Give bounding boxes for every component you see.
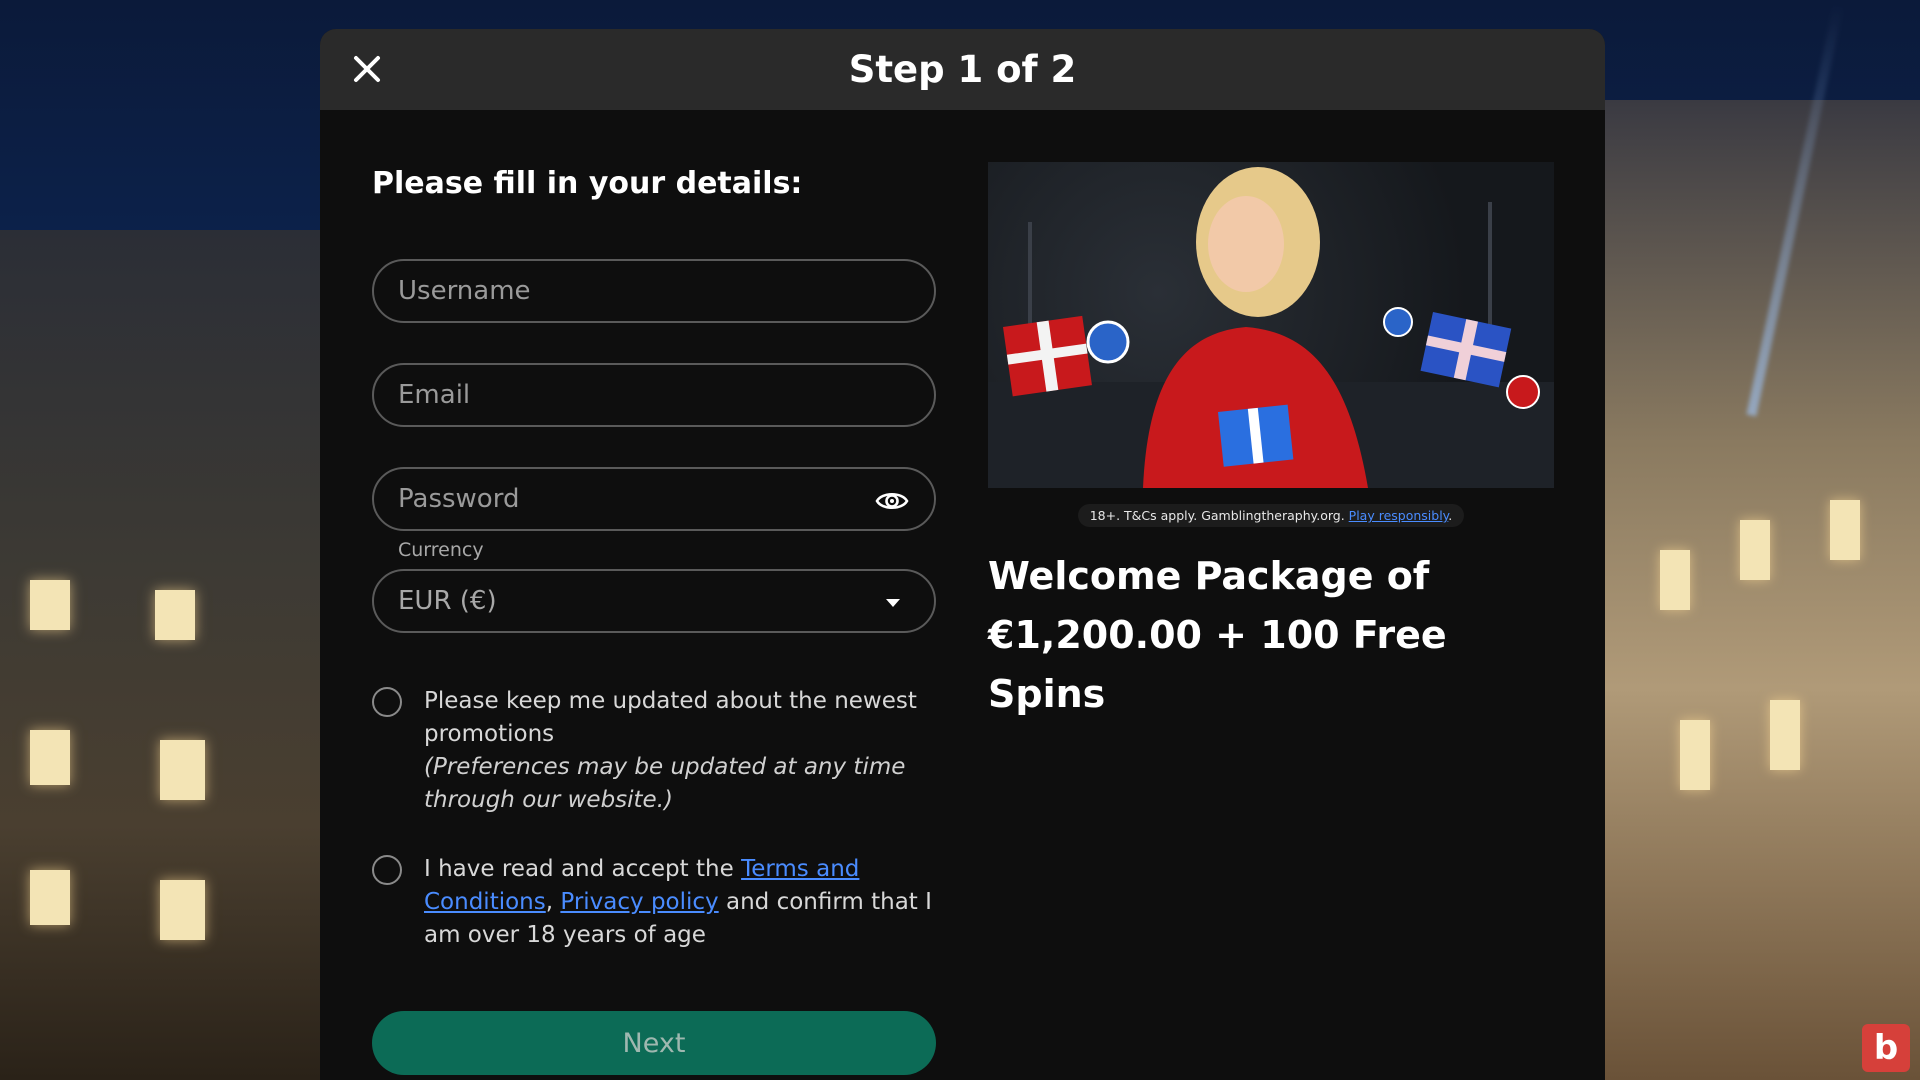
password-field [372,467,936,531]
terms-row: I have read and accept the Terms and Con… [372,853,936,952]
privacy-link[interactable]: Privacy policy [560,889,718,915]
currency-label: Currency [398,539,484,561]
background-building-left [0,230,330,1080]
username-input[interactable] [374,261,934,321]
next-button[interactable]: Next [372,1011,936,1075]
promo-optin-checkbox[interactable] [372,687,402,717]
modal-title: Step 1 of 2 [848,48,1077,91]
registration-form: Please fill in your details: Currency [372,166,936,952]
eye-icon [875,492,909,510]
form-heading: Please fill in your details: [372,166,803,201]
currency-select[interactable]: EUR (€) [372,569,936,633]
promo-optin-label: Please keep me updated about the newest … [424,688,917,747]
promo-optin-note: (Preferences may be updated at any time … [424,754,906,813]
modal-header: Step 1 of 2 [320,29,1605,110]
promo-heading-line2: €1,200.00 + 100 Free Spins [988,613,1447,716]
play-responsibly-link[interactable]: Play responsibly [1349,508,1449,523]
modal-body: Please fill in your details: Currency [320,110,1605,1080]
email-input[interactable] [374,365,934,425]
terms-prefix: I have read and accept the [424,856,742,882]
registration-modal: Step 1 of 2 Please fill in your details: [320,29,1605,1080]
disclaimer-text: 18+. T&Cs apply. Gamblingtheraphy.org. [1089,508,1349,523]
currency-selected-value: EUR (€) [398,586,497,616]
background-building-right [1600,100,1920,1080]
password-input[interactable] [374,469,934,529]
terms-separator: , [545,889,561,915]
close-button[interactable] [347,49,387,89]
promo-optin-row: Please keep me updated about the newest … [372,685,936,817]
password-visibility-toggle[interactable] [874,483,910,519]
username-field [372,259,936,323]
terms-checkbox[interactable] [372,855,402,885]
promo-heading: Welcome Package of €1,200.00 + 100 Free … [988,547,1554,724]
brand-logo: b [1862,1024,1910,1072]
terms-label: I have read and accept the Terms and Con… [424,853,936,952]
email-field [372,363,936,427]
promo-image [988,162,1554,488]
close-icon [354,56,380,82]
promo-panel: 18+. T&Cs apply. Gamblingtheraphy.org. P… [988,162,1554,724]
disclaimer-end: . [1448,508,1453,523]
disclaimer: 18+. T&Cs apply. Gamblingtheraphy.org. P… [1077,504,1465,527]
chevron-down-icon [886,599,900,607]
promo-heading-line1: Welcome Package of [988,554,1430,598]
